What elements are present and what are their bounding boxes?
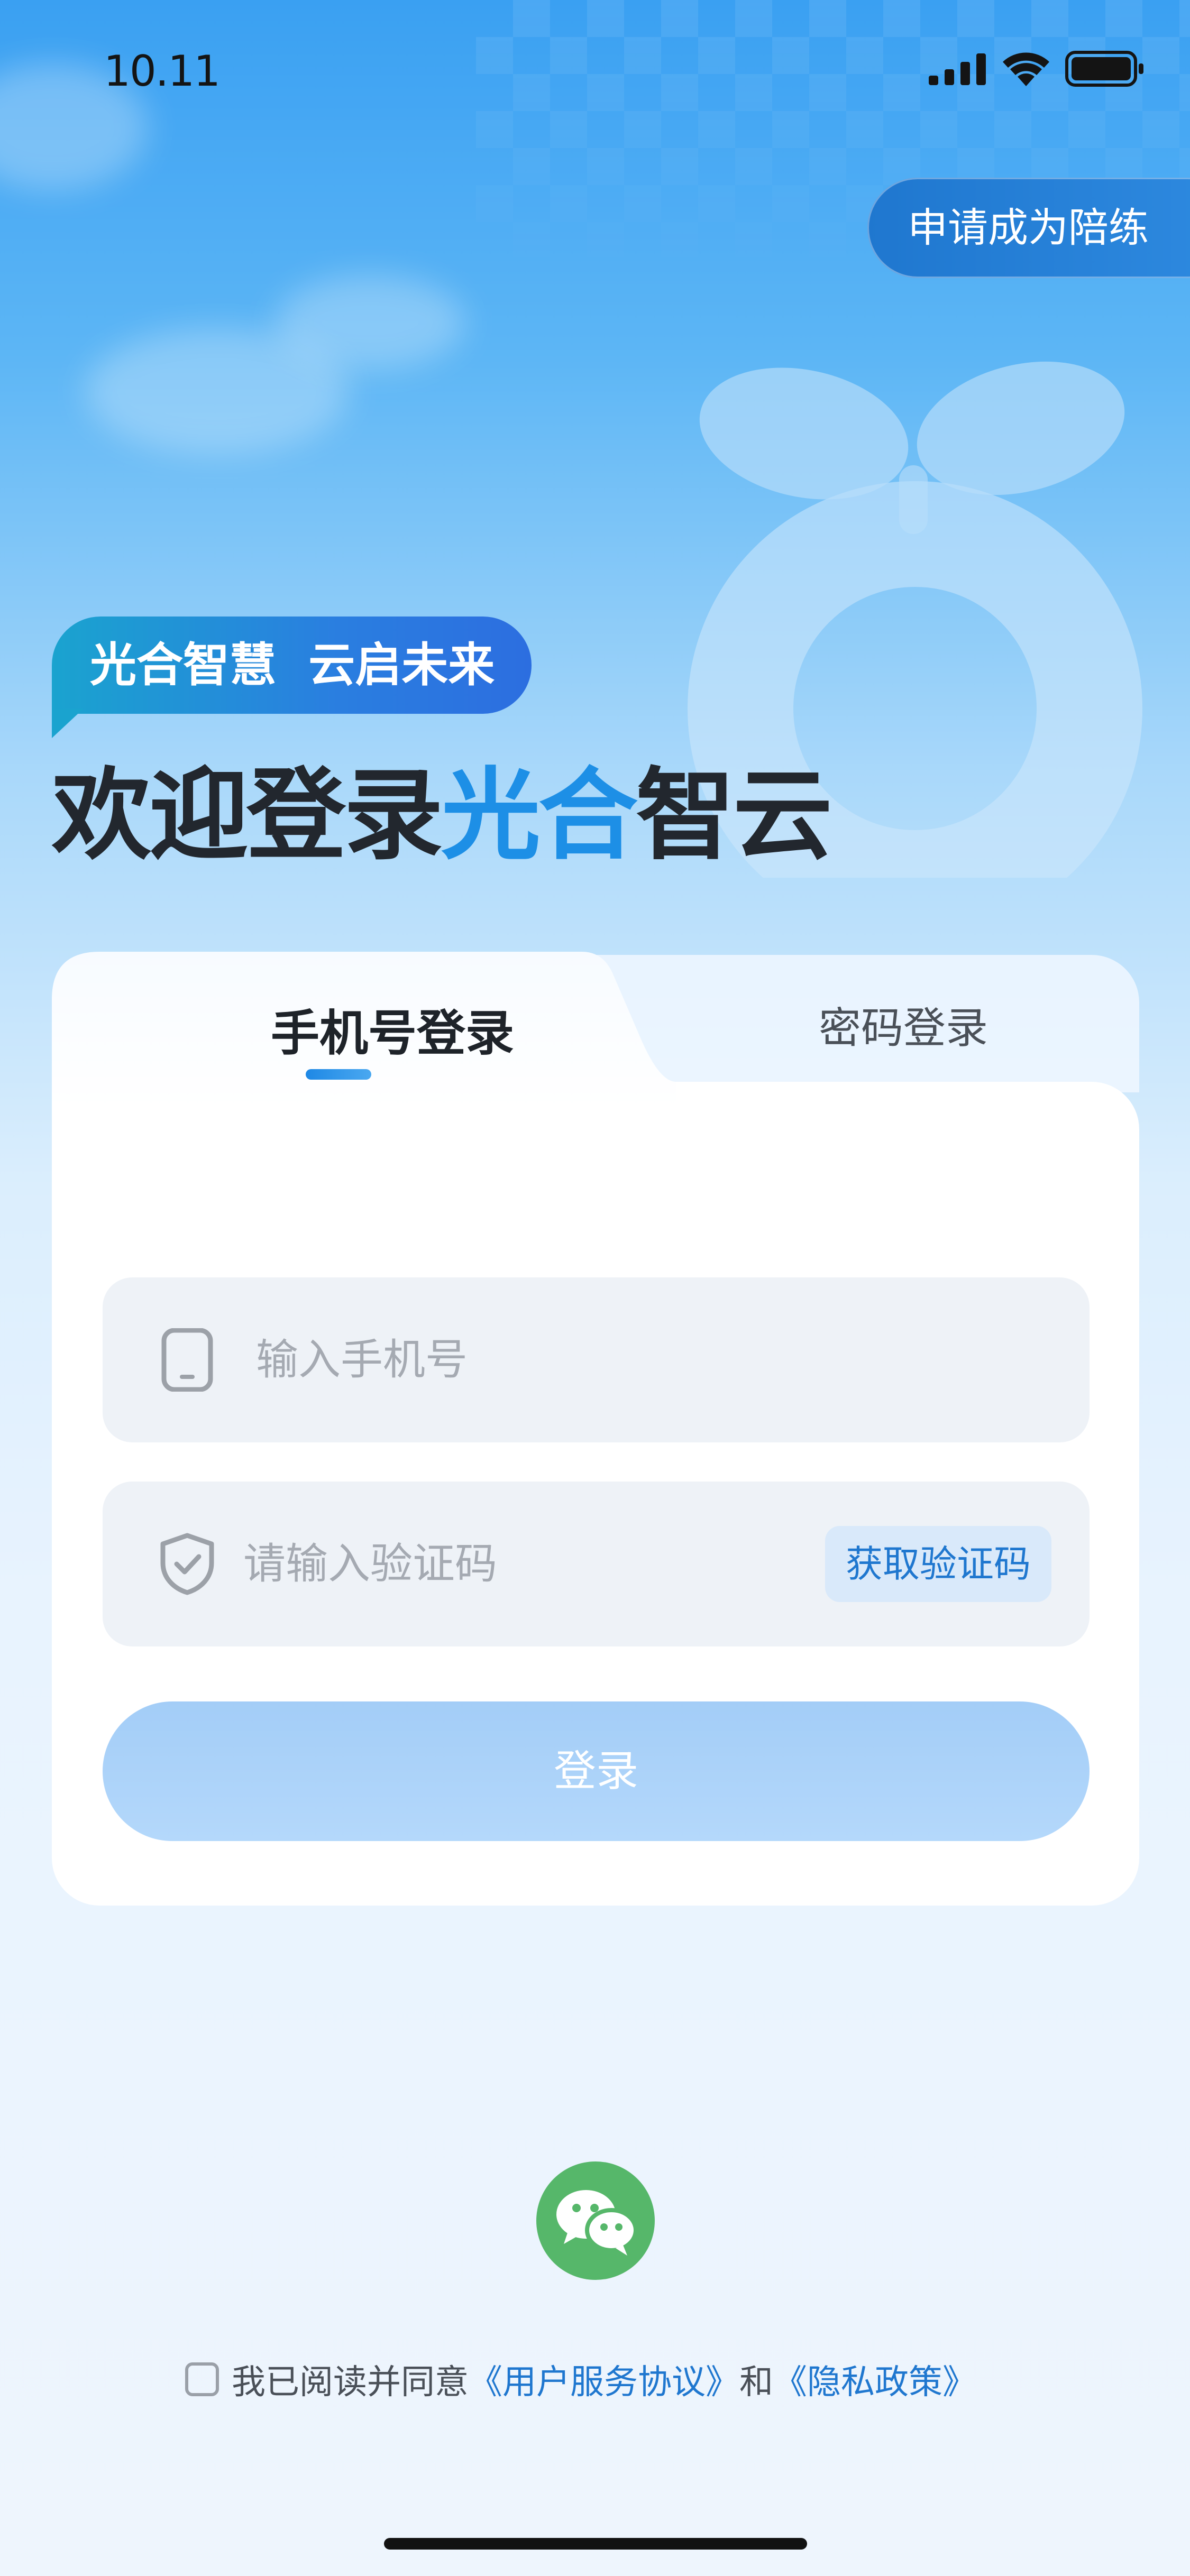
status-icons (929, 51, 1145, 87)
slogan-badge: 光合智慧 云启未来 (52, 617, 532, 714)
privacy-policy-link[interactable]: 《隐私政策》 (773, 2355, 976, 2404)
wifi-icon (1003, 52, 1049, 86)
verification-code-input[interactable]: 请输入验证码 获取验证码 (103, 1482, 1090, 1646)
tab-password-login[interactable]: 密码登录 (718, 994, 1088, 1055)
get-code-button[interactable]: 获取验证码 (825, 1526, 1051, 1602)
agreement-conjunction: 和 (739, 2363, 773, 2402)
wechat-login-button[interactable] (536, 2161, 655, 2280)
background-cloud (275, 275, 465, 370)
tab-phone-login[interactable]: 手机号登录 (213, 994, 572, 1064)
agreement-row: 我已阅读并同意 《用户服务协议》 和 《隐私政策》 (185, 2355, 976, 2404)
battery-icon (1065, 51, 1143, 87)
login-form: 输入手机号 请输入验证码 获取验证码 登录 (52, 1082, 1139, 1906)
agreement-checkbox[interactable] (185, 2362, 219, 2396)
welcome-brand-highlight: 光合 (441, 758, 638, 873)
welcome-title: 欢迎登录光合智云 (52, 735, 832, 879)
verification-code-placeholder: 请输入验证码 (243, 1539, 497, 1588)
phone-input[interactable]: 输入手机号 (103, 1277, 1090, 1442)
phone-input-placeholder: 输入手机号 (256, 1335, 468, 1384)
status-time: 10.11 (104, 47, 221, 96)
user-agreement-link[interactable]: 《用户服务协议》 (469, 2355, 739, 2404)
agreement-prefix: 我已阅读并同意 (232, 2363, 469, 2402)
active-tab-indicator (306, 1069, 371, 1080)
home-indicator[interactable] (384, 2538, 807, 2550)
apply-coach-button[interactable]: 申请成为陪练 (867, 178, 1190, 278)
phone-icon (161, 1328, 213, 1392)
welcome-prefix: 欢迎登录 (52, 758, 443, 873)
slogan-badge-tail (52, 709, 84, 738)
shield-check-icon (160, 1533, 214, 1595)
signal-icon (929, 53, 986, 85)
wechat-icon (556, 2190, 638, 2256)
login-button[interactable]: 登录 (103, 1701, 1090, 1841)
login-card: 输入手机号 请输入验证码 获取验证码 登录 手机号登录 密码登录 (52, 952, 1139, 1906)
welcome-brand-rest: 智云 (636, 758, 832, 873)
login-screen: 10.11 申请成为陪练 光合智慧 云启未来 欢迎登录光合智云 输入手机号 请输… (0, 0, 1190, 2576)
